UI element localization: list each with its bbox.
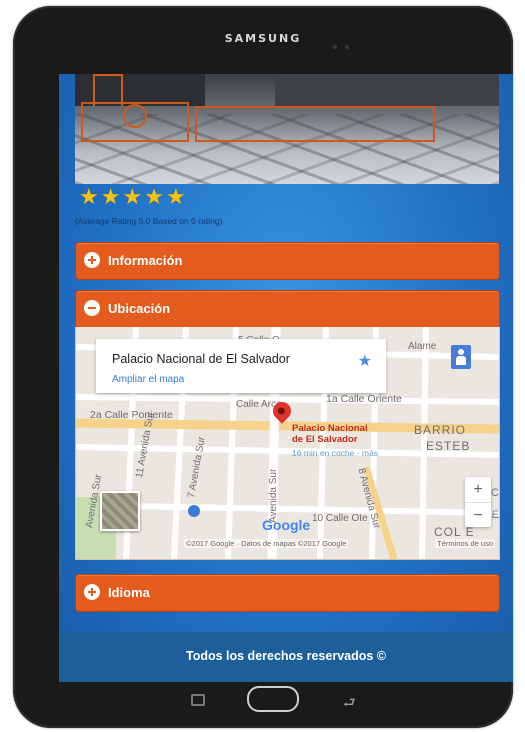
brand-logo: SAMSUNG: [224, 32, 302, 45]
google-logo: Google: [262, 517, 311, 533]
map-copyright: ©2017 Google · Datos de mapas ©2017 Goog…: [184, 539, 349, 548]
plus-icon: [84, 584, 100, 600]
map-terms-link[interactable]: Términos de uso: [435, 539, 495, 548]
street-label: E: [491, 509, 499, 521]
zoom-in-button[interactable]: +: [465, 477, 491, 502]
street-label: 2a Calle Poniente: [90, 409, 173, 421]
plus-icon: [84, 252, 100, 268]
back-icon[interactable]: ⮐: [343, 692, 356, 716]
street-label: Alame: [408, 341, 437, 352]
section-label: Ubicación: [108, 301, 171, 316]
action-panel: [195, 106, 435, 142]
hero-wall-right: [275, 74, 499, 106]
star-icon: ★: [165, 184, 186, 209]
app-screen: ★★★★★ (Average Rating 5.0 Based on 0 rat…: [59, 74, 513, 682]
place-card: Palacio Nacional de El Salvador Ampliar …: [96, 339, 386, 393]
street-label: 10 Calle Ote: [312, 513, 368, 524]
embedded-map[interactable]: 5 Calle O Alame 2a Calle Poniente Calle …: [75, 327, 500, 560]
area-label: BARRIO: [414, 423, 467, 437]
street-view-icon[interactable]: [451, 345, 471, 369]
save-star-icon[interactable]: ★: [358, 351, 372, 371]
section-informacion[interactable]: Información: [75, 242, 500, 280]
section-idioma[interactable]: Idioma: [75, 574, 500, 612]
enlarge-map-link[interactable]: Ampliar el mapa: [112, 374, 184, 385]
rating-stars: ★★★★★: [79, 186, 188, 208]
section-label: Información: [108, 253, 183, 268]
satellite-toggle[interactable]: [100, 491, 140, 531]
hero-image: [75, 74, 499, 184]
recent-apps-icon[interactable]: [191, 694, 205, 706]
star-icon: ★: [122, 184, 143, 209]
street-label: 1a Calle Oriente: [326, 393, 402, 405]
section-label: Idioma: [108, 585, 150, 600]
zoom-out-button[interactable]: −: [465, 502, 491, 528]
front-sensors: [325, 36, 349, 54]
star-icon: ★: [144, 184, 164, 209]
hardware-keys: ⮐: [13, 686, 513, 716]
star-icon: ★: [100, 184, 121, 209]
home-button[interactable]: [247, 686, 299, 712]
tablet-frame: SAMSUNG ★★★★★ (Average Rating 5.0 Based …: [13, 6, 513, 728]
dpad-knob: [123, 104, 147, 128]
street-label: Avenida Sur: [268, 468, 279, 523]
minus-icon: [84, 300, 100, 316]
area-label: ESTEB: [426, 439, 471, 453]
footer-text: Todos los derechos reservados ©: [185, 649, 387, 663]
pin-directions[interactable]: 16 min en coche · más: [292, 448, 378, 458]
page-footer: Todos los derechos reservados ©: [59, 632, 513, 682]
star-icon: ★: [79, 184, 99, 209]
pin-label: Palacio Nacional de El Salvador: [292, 423, 368, 445]
place-title: Palacio Nacional de El Salvador: [112, 352, 290, 366]
section-ubicacion[interactable]: Ubicación: [75, 290, 500, 328]
zoom-controls: + −: [465, 477, 491, 527]
rating-text: (Average Rating 5.0 Based on 0 rating): [75, 216, 223, 226]
street-label: C: [491, 487, 499, 499]
